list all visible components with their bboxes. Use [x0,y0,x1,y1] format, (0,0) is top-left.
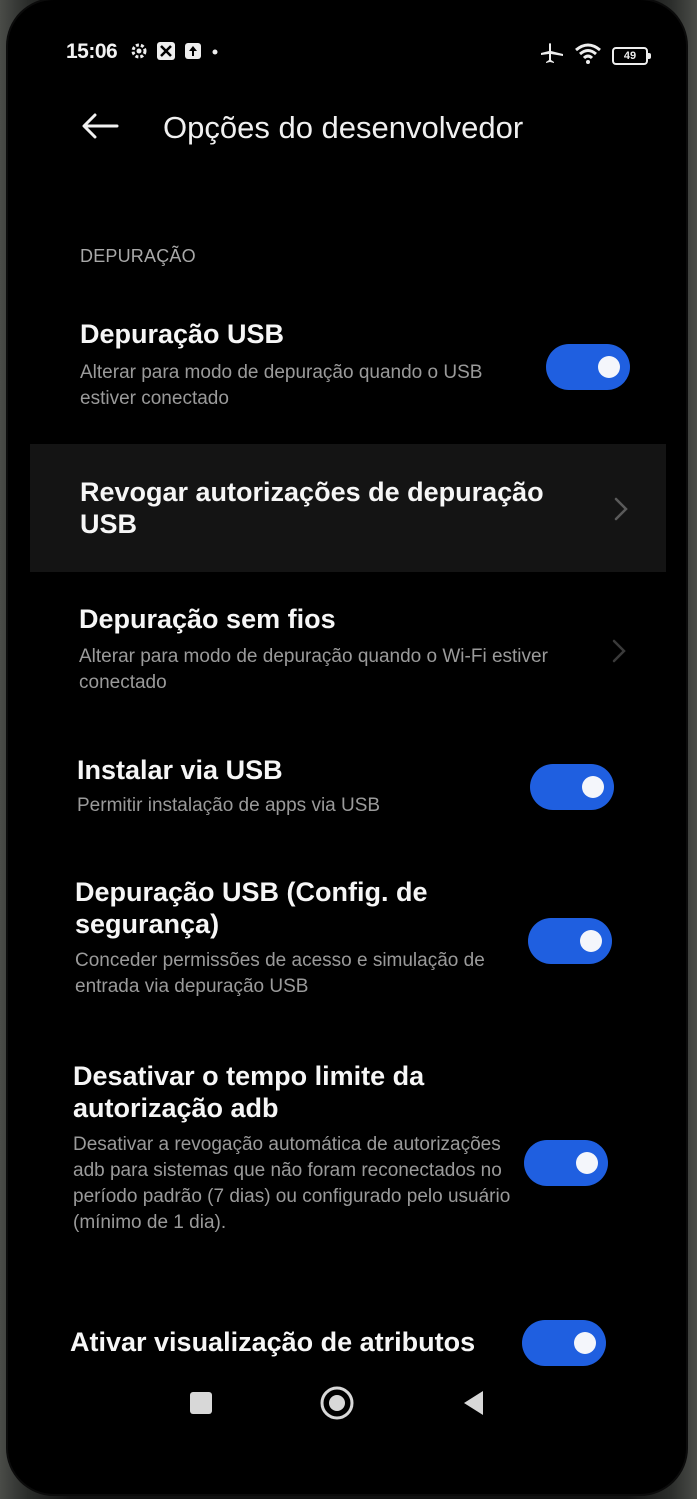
setting-title: Depuração USB [80,319,285,349]
toggle-knob [576,1152,598,1174]
status-bar: 15:06 49 [8,38,686,72]
setting-disable-adb-authorization-timeout[interactable]: Desativar o tempo limite da autorização … [30,1046,666,1276]
app-notification-icon [156,41,176,66]
dot-icon [210,42,220,65]
status-icons-left [130,41,220,66]
setting-usb-debugging-security[interactable]: Depuração USB (Config. de segurança) Con… [30,862,666,1022]
setting-title: Instalar via USB [77,755,283,785]
usb-debugging-security-toggle[interactable] [528,918,612,964]
upload-icon [184,42,202,65]
status-time: 15:06 [66,40,118,63]
toggle-knob [598,356,620,378]
page-title: Opções do desenvolvedor [163,110,524,145]
airplane-icon [540,42,564,69]
recent-apps-button[interactable] [178,1382,224,1428]
setting-title: Desativar o tempo limite da autorização … [73,1061,425,1123]
back-button[interactable] [72,102,128,154]
setting-usb-debugging[interactable]: Depuração USB Alterar para modo de depur… [30,300,666,428]
back-nav-icon [461,1389,485,1422]
setting-title: Revogar autorizações de depuração USB [80,477,544,539]
setting-description: Alterar para modo de depuração quando o … [79,646,548,693]
toggle-knob [580,930,602,952]
setting-title: Depuração USB (Config. de segurança) [75,877,428,939]
setting-title: Depuração sem fios [79,604,336,634]
setting-install-via-usb[interactable]: Instalar via USB Permitir instalação de … [30,740,666,850]
recent-apps-icon [189,1391,213,1420]
section-header-debugging: DEPURAÇÃO [80,246,196,266]
wifi-icon [574,42,602,69]
setting-description: Conceder permissões de acesso e simulaçã… [75,950,485,997]
setting-wireless-debugging[interactable]: Depuração sem fios Alterar para modo de … [30,588,666,716]
setting-enable-attribute-view[interactable]: Ativar visualização de atributos [30,1306,666,1376]
toggle-knob [582,776,604,798]
home-button[interactable] [314,1382,360,1428]
setting-description: Permitir instalação de apps via USB [77,795,381,816]
disable-adb-timeout-toggle[interactable] [524,1140,608,1186]
phone-screen: 15:06 49 Opções do desenvolvedor DEPURAÇ… [8,0,686,1494]
install-via-usb-toggle[interactable] [530,764,614,810]
setting-revoke-usb-authorizations[interactable]: Revogar autorizações de depuração USB [30,444,666,572]
battery-icon: 49 [612,46,651,65]
chevron-right-icon [608,636,630,666]
setting-description: Alterar para modo de depuração quando o … [80,362,483,409]
enable-attribute-view-toggle[interactable] [522,1320,606,1366]
status-icons-right: 49 [540,42,651,69]
gear-icon [130,42,148,65]
chevron-right-icon [610,494,632,524]
back-nav-button[interactable] [450,1382,496,1428]
usb-debugging-toggle[interactable] [546,344,630,390]
home-icon [319,1385,355,1426]
setting-title: Ativar visualização de atributos [70,1327,476,1357]
arrow-left-icon [81,113,119,144]
toggle-knob [574,1332,596,1354]
navigation-bar [8,1372,686,1436]
setting-description: Desativar a revogação automática de auto… [73,1134,511,1233]
app-bar: Opções do desenvolvedor [8,100,686,164]
